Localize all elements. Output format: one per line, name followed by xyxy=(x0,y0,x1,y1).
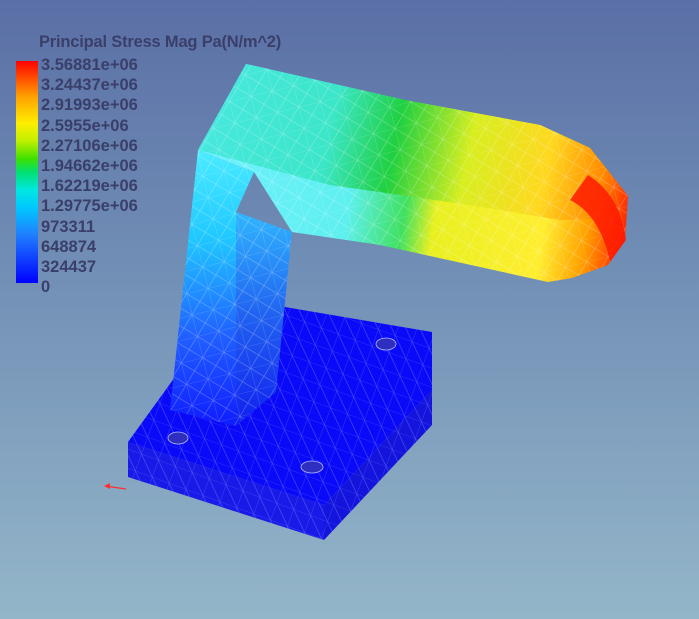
legend-title: Principal Stress Mag Pa(N/m^2) xyxy=(39,33,282,51)
legend-label: 2.5955e+06 xyxy=(41,116,129,135)
legend-label: 2.91993e+06 xyxy=(41,96,138,115)
legend-label: 0 xyxy=(41,278,51,297)
bolt-hole-icon xyxy=(167,431,189,445)
legend-label: 973311 xyxy=(41,217,96,236)
legend-label: 1.29775e+06 xyxy=(41,197,138,216)
legend-labels: 3.56881e+06 3.24437e+06 2.91993e+06 2.59… xyxy=(41,55,138,297)
legend-color-bar xyxy=(16,61,38,283)
bolt-hole-icon xyxy=(300,460,324,474)
legend-label: 1.94662e+06 xyxy=(41,156,138,175)
legend-label: 2.27106e+06 xyxy=(41,136,138,155)
axis-triad xyxy=(104,483,127,490)
legend-label: 1.62219e+06 xyxy=(41,177,138,196)
legend-label: 648874 xyxy=(41,237,97,256)
bolt-hole-icon xyxy=(375,337,397,351)
legend-label: 3.24437e+06 xyxy=(41,76,138,95)
legend-label: 324437 xyxy=(41,257,97,276)
3d-viewport[interactable]: Principal Stress Mag Pa(N/m^2) 3.56881e+… xyxy=(0,0,699,619)
legend-label: 3.56881e+06 xyxy=(41,56,138,74)
